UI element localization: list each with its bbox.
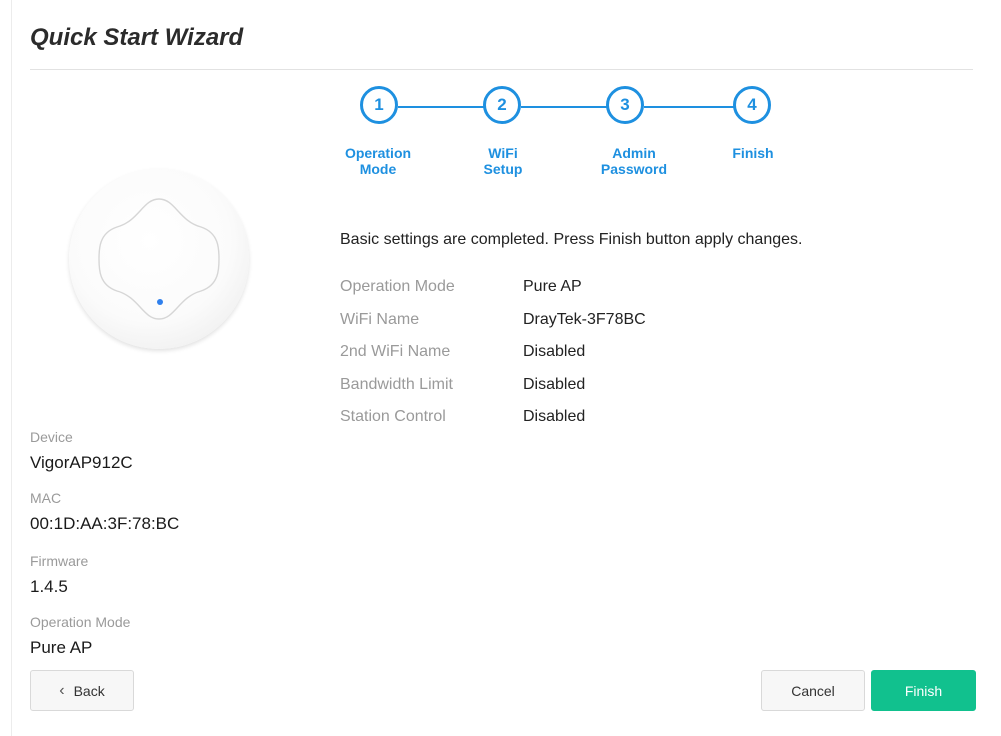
step-4-circle: 4: [733, 86, 771, 124]
step-2-label-line2: Setup: [483, 161, 523, 177]
step-1-circle: 1: [360, 86, 398, 124]
summary-label: Bandwidth Limit: [340, 376, 453, 393]
step-2-label: WiFi Setup: [453, 145, 553, 177]
mac-label: MAC: [30, 490, 62, 506]
device-outline-icon: [98, 198, 220, 320]
step-1-number: 1: [374, 95, 384, 114]
mac-value: 00:1D:AA:3F:78:BC: [30, 514, 180, 533]
step-2-label-line1: WiFi: [488, 145, 518, 161]
operation-mode-value: Pure AP: [30, 638, 93, 657]
step-4-label: Finish: [703, 145, 803, 161]
summary-label: WiFi Name: [340, 311, 420, 328]
page-left-border: [11, 0, 12, 736]
summary-label: Station Control: [340, 408, 446, 425]
back-button-label: Back: [73, 682, 105, 699]
operation-mode-label: Operation Mode: [30, 614, 131, 630]
step-1-label: Operation Mode: [328, 145, 428, 177]
firmware-label: Firmware: [30, 553, 89, 569]
step-4-number: 4: [747, 95, 757, 114]
cancel-button-label: Cancel: [791, 682, 835, 699]
cancel-button[interactable]: Cancel: [761, 670, 865, 711]
completion-message: Basic settings are completed. Press Fini…: [340, 231, 803, 248]
chevron-left-icon: ‹: [59, 681, 65, 699]
summary-label: Operation Mode: [340, 278, 455, 295]
back-button[interactable]: ‹ Back: [30, 670, 134, 711]
step-connector: [398, 106, 484, 108]
firmware-value: 1.4.5: [30, 577, 68, 596]
device-value: VigorAP912C: [30, 453, 133, 472]
step-connector: [521, 106, 607, 108]
summary-value: Disabled: [523, 343, 586, 360]
step-3-number: 3: [620, 95, 630, 114]
summary-value: DrayTek-3F78BC: [523, 311, 646, 328]
step-2-number: 2: [497, 95, 507, 114]
step-3-label-line1: Admin: [612, 145, 656, 161]
step-1-label-line1: Operation: [344, 145, 412, 161]
finish-button[interactable]: Finish: [871, 670, 976, 711]
finish-button-label: Finish: [904, 682, 943, 699]
title-divider: [30, 69, 973, 70]
step-1-label-line2: Mode: [359, 161, 397, 177]
step-3-label-line2: Password: [600, 161, 668, 177]
step-connector: [644, 106, 734, 108]
step-3-circle: 3: [606, 86, 644, 124]
summary-label: 2nd WiFi Name: [340, 343, 451, 360]
summary-value: Disabled: [523, 376, 586, 393]
step-4-label-line1: Finish: [732, 145, 774, 161]
summary-value: Pure AP: [523, 278, 582, 295]
page-title: Quick Start Wizard: [30, 24, 244, 51]
device-image: [69, 169, 249, 349]
device-label: Device: [30, 429, 73, 445]
step-3-label: Admin Password: [584, 145, 684, 177]
device-led-icon: [157, 299, 163, 305]
step-2-circle: 2: [483, 86, 521, 124]
summary-value: Disabled: [523, 408, 586, 425]
